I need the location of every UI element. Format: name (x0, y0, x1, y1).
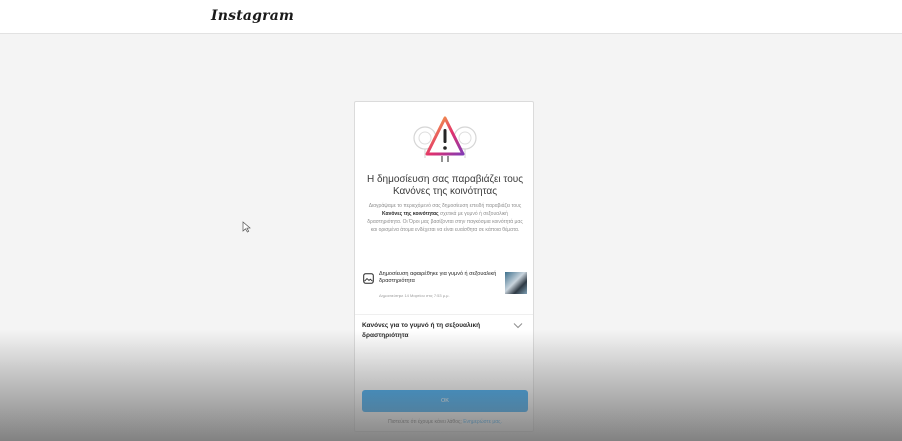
notice-text: Δημοσίευση αφαιρέθηκε για γυμνό ή σεξουα… (379, 271, 497, 284)
notice-date: Δημοσιεύτηκε 14 Μαρτίου στις 7:53 μ.μ. (379, 293, 450, 298)
rules-accordion-label[interactable]: Κανόνες για το γυμνό ή τη σεξουαλική δρα… (362, 321, 507, 341)
community-guidelines-link[interactable]: Κανόνες της κοινότητας (382, 211, 439, 217)
post-thumbnail (505, 272, 527, 294)
footer-text: Πιστεύετε ότι έχουμε κάνει λάθος; (388, 419, 464, 425)
mouse-cursor-icon (242, 221, 251, 233)
let-us-know-link[interactable]: Ενημερώστε μας. (463, 419, 502, 425)
image-icon (363, 273, 374, 284)
warning-triangle-icon (413, 116, 477, 162)
description-text-1: Διαγράψαμε το περιεχόμενό σας δημοσίευση… (368, 203, 522, 209)
dialog-description: Διαγράψαμε το περιεχόμενό σας δημοσίευση… (367, 202, 523, 234)
removed-post-notice: Δημοσίευση αφαιρέθηκε για γυμνό ή σεξουα… (363, 270, 527, 302)
violation-dialog: Η δημοσίευση σας παραβιάζει τους Κανόνες… (354, 101, 534, 432)
top-navigation-bar: Instagram (0, 0, 902, 34)
ok-button[interactable]: OK (362, 390, 528, 412)
instagram-logo[interactable]: Instagram (211, 8, 294, 24)
chevron-down-icon[interactable] (513, 322, 523, 329)
dialog-title: Η δημοσίευση σας παραβιάζει τους Κανόνες… (366, 174, 524, 197)
dialog-footer: Πιστεύετε ότι έχουμε κάνει λάθος; Ενημερ… (359, 419, 531, 426)
divider (355, 314, 533, 315)
